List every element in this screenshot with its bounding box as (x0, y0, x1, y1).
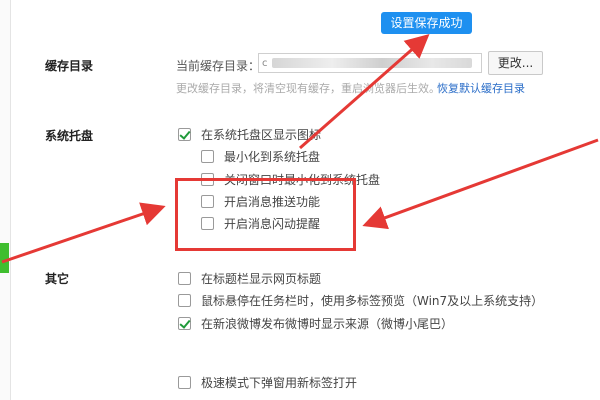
arrow-from-right (362, 138, 599, 230)
arrow-from-left (1, 202, 166, 264)
annotation-arrows (1, 34, 599, 264)
arrow-to-toast (299, 34, 430, 150)
